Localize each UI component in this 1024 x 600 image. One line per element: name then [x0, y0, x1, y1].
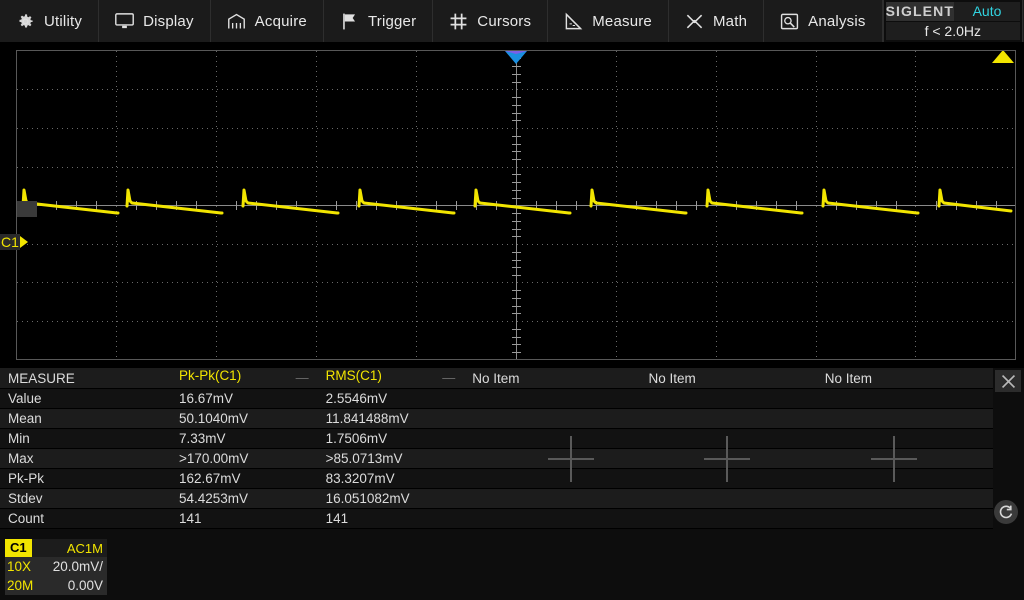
- measure-row-label: Value: [0, 388, 171, 409]
- measure-cell: 50.1040mV: [170, 408, 318, 429]
- analysis-icon: [780, 12, 799, 31]
- menu-label-acquire: Acquire: [254, 12, 307, 30]
- measure-row-value: Value 16.67mV 2.5546mV: [0, 388, 993, 409]
- flag-icon: [340, 12, 359, 31]
- add-measurement-slot-3[interactable]: [704, 436, 750, 482]
- measure-row-label: Pk-Pk: [0, 468, 171, 489]
- close-icon[interactable]: [995, 370, 1021, 392]
- menu-item-display[interactable]: Display: [99, 0, 211, 42]
- trigger-level-marker[interactable]: [992, 51, 1014, 63]
- measure-cell: 83.3207mV: [317, 468, 465, 489]
- measure-row-min: Min 7.33mV 1.7506mV: [0, 428, 993, 449]
- gear-icon: [16, 12, 35, 31]
- menu-label-measure: Measure: [592, 12, 652, 30]
- channel-marker-label: C1: [0, 234, 20, 250]
- measure-row-stdev: Stdev 54.4253mV 16.051082mV: [0, 488, 993, 509]
- channel-coupling: AC1M: [66, 540, 103, 556]
- measure-title: MEASURE: [0, 368, 171, 389]
- measure-cell: 141: [317, 508, 465, 529]
- measure-cell: 54.4253mV: [170, 488, 318, 509]
- trigger-frequency-readout: f < 2.0Hz: [885, 21, 1020, 40]
- menu-item-cursors[interactable]: Cursors: [433, 0, 549, 42]
- measure-cell: >170.00mV: [170, 448, 318, 469]
- measure-cell: 16.67mV: [170, 388, 318, 409]
- oscilloscope-screen: Utility Display Acquire Trigger Cursors: [0, 0, 1024, 600]
- status-block: SIGLENT Auto f < 2.0Hz: [883, 0, 1023, 42]
- bottom-status-bar: C1 AC1M 10X 20.0mV/ 20M 0.00V Timebase 0…: [0, 534, 1024, 600]
- menu-item-measure[interactable]: Measure: [548, 0, 669, 42]
- measure-row-label: Mean: [0, 408, 171, 429]
- measure-cell: 1.7506mV: [317, 428, 465, 449]
- monitor-icon: [115, 12, 134, 31]
- channel-ground-block: [17, 201, 37, 217]
- crosshair-grid-icon: [449, 12, 468, 31]
- measure-cell: 141: [170, 508, 318, 529]
- waveform-grid[interactable]: [16, 50, 1016, 360]
- measure-row-label: Min: [0, 428, 171, 449]
- channel-marker-c1[interactable]: C1: [0, 234, 28, 250]
- menu-label-analysis: Analysis: [808, 12, 866, 30]
- menu-label-trigger: Trigger: [367, 12, 417, 30]
- measure-row-label: Stdev: [0, 488, 171, 509]
- menu-label-display: Display: [143, 12, 194, 30]
- measure-row-max: Max >170.00mV >85.0713mV: [0, 448, 993, 469]
- channel-vertical-scale: 20.0mV/: [52, 559, 103, 574]
- measure-col-header-1[interactable]: RMS(C1) —: [317, 368, 465, 389]
- channel-offset-arrow-icon: [19, 236, 28, 248]
- measure-row-label: Count: [0, 508, 171, 529]
- siglent-logo: SIGLENT: [885, 2, 954, 21]
- top-menu-bar: Utility Display Acquire Trigger Cursors: [0, 0, 1024, 42]
- measure-cell: 2.5546mV: [317, 388, 465, 409]
- add-measurement-slot-4[interactable]: [871, 436, 917, 482]
- channel-c1-panel[interactable]: C1 AC1M 10X 20.0mV/ 20M 0.00V: [5, 539, 107, 595]
- waveform-area[interactable]: C1: [0, 42, 1024, 368]
- measure-cell: 162.67mV: [170, 468, 318, 489]
- measure-col-menu-icon-0[interactable]: —: [296, 368, 309, 388]
- acquire-icon: [227, 12, 246, 31]
- menu-label-cursors: Cursors: [477, 12, 532, 30]
- menu-label-utility: Utility: [44, 12, 83, 30]
- channel-offset: 0.00V: [67, 578, 103, 593]
- measure-cell: 16.051082mV: [317, 488, 465, 509]
- measure-cell: 11.841488mV: [317, 408, 465, 429]
- measure-col-header-2[interactable]: No Item: [464, 368, 641, 389]
- trigger-position-marker[interactable]: [505, 51, 527, 64]
- measure-cell: >85.0713mV: [317, 448, 465, 469]
- measure-col-header-0[interactable]: Pk-Pk(C1) —: [170, 368, 318, 389]
- menu-item-utility[interactable]: Utility: [0, 0, 100, 42]
- channel-name-badge: C1: [5, 539, 32, 557]
- measure-row-count: Count 141 141: [0, 508, 993, 529]
- menu-label-math: Math: [712, 12, 748, 30]
- measure-row-label: Max: [0, 448, 171, 469]
- acquisition-state-badge[interactable]: Auto: [953, 2, 1020, 21]
- measure-header-row: MEASURE Pk-Pk(C1) — RMS(C1) — No Item No I…: [0, 368, 993, 389]
- measure-row-mean: Mean 50.1040mV 11.841488mV: [0, 408, 993, 429]
- refresh-icon[interactable]: [994, 500, 1018, 524]
- triangle-ruler-icon: [564, 12, 583, 31]
- menu-item-trigger[interactable]: Trigger: [323, 0, 434, 42]
- measure-row-pkpk: Pk-Pk 162.67mV 83.3207mV: [0, 468, 993, 489]
- measure-col-header-3[interactable]: No Item: [640, 368, 817, 389]
- measure-col-menu-icon-1[interactable]: —: [442, 368, 455, 388]
- channel-bandwidth: 20M: [7, 578, 34, 593]
- waveform-trace-c1: [21, 188, 1013, 215]
- measure-table: MEASURE Pk-Pk(C1) — RMS(C1) — No Item No I…: [0, 368, 993, 529]
- math-icon: [685, 12, 704, 31]
- channel-probe-ratio: 10X: [7, 559, 32, 574]
- menu-item-acquire[interactable]: Acquire: [210, 0, 324, 42]
- menu-item-analysis[interactable]: Analysis: [764, 0, 883, 42]
- measure-panel: MEASURE Pk-Pk(C1) — RMS(C1) — No Item No I…: [0, 368, 1024, 534]
- measure-col-header-4[interactable]: No Item: [816, 368, 993, 389]
- add-measurement-slot-2[interactable]: [548, 436, 594, 482]
- menu-item-math[interactable]: Math: [668, 0, 765, 42]
- measure-cell: 7.33mV: [170, 428, 318, 449]
